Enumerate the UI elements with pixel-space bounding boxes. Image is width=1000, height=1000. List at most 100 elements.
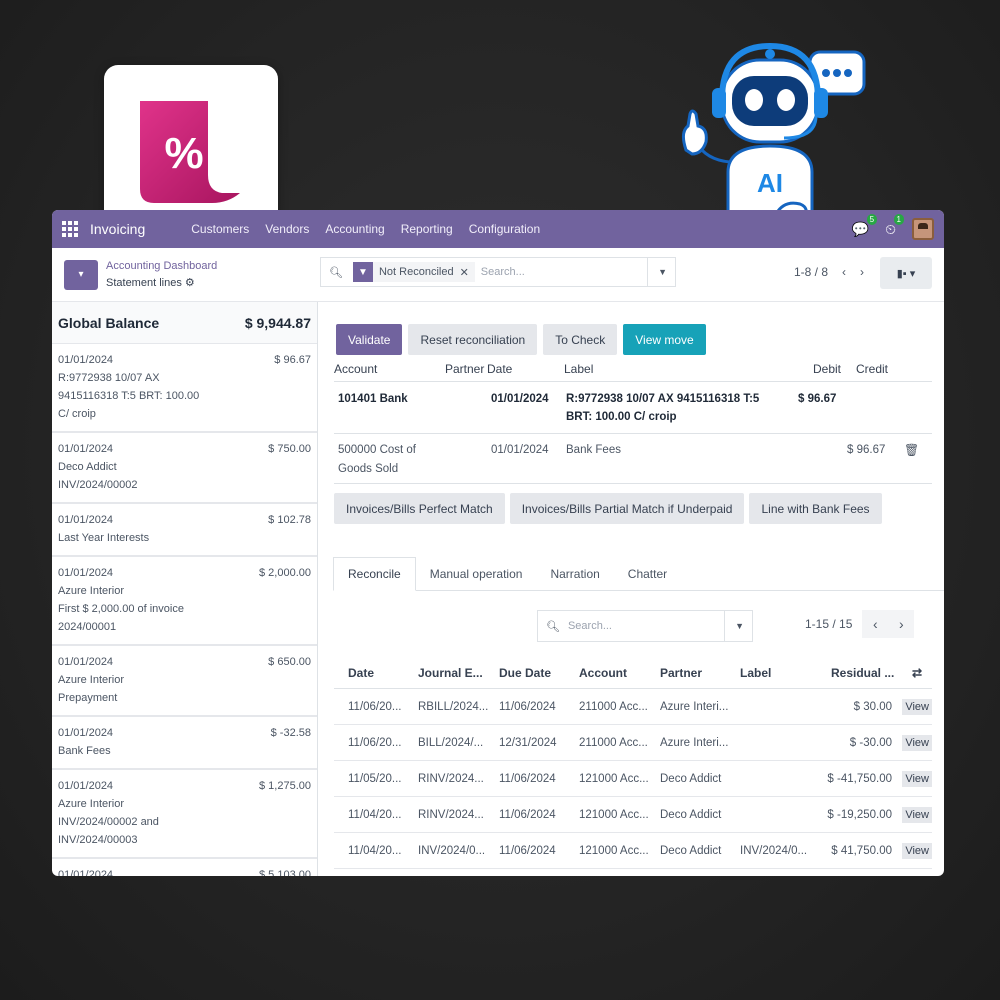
table-row[interactable]: 11/04/20... INV/2024/0... 11/06/2024 121000… (334, 833, 932, 869)
statement-line-text: Last Year Interests (58, 532, 150, 544)
reset-reconciliation-button[interactable]: Reset reconciliation (408, 324, 538, 355)
user-avatar[interactable] (912, 218, 934, 240)
tab-chatter[interactable]: Chatter (614, 557, 681, 590)
line-partner: Azure Interi... (660, 700, 729, 713)
nav-vendors[interactable]: Vendors (265, 222, 309, 236)
ai-badge: AI (757, 168, 783, 198)
line-account: 211000 Acc... (579, 700, 648, 713)
line-date: 11/04/20... (348, 844, 402, 857)
breadcrumb-parent[interactable]: Accounting Dashboard (106, 258, 217, 275)
logo-symbol: % (164, 129, 203, 178)
kanban-view-switcher[interactable]: ▮▪ ▾ (880, 257, 932, 289)
validate-button[interactable]: Validate (336, 324, 403, 355)
view-move-button[interactable]: View move (623, 324, 706, 355)
statement-line-text: Bank Fees (58, 745, 111, 757)
entry-account-line1: 500000 Cost of (338, 444, 417, 456)
table-row[interactable]: 11/06/20... BILL/2024/... 12/31/2024 211000… (334, 725, 932, 761)
global-balance-label: Global Balance (58, 314, 160, 331)
statement-line[interactable]: 01/01/2024 Azure Interior INV/2024/00002 a… (52, 770, 317, 859)
entries-table-header: Account Partner Date Label Debit Credit (334, 362, 932, 382)
statement-line-text: C/ croip (58, 408, 96, 420)
lines-pager-prev-icon[interactable]: ‹ (862, 610, 889, 638)
gear-icon[interactable]: ⚙ (185, 277, 195, 289)
view-line-button[interactable]: View (902, 806, 932, 823)
col-due-date[interactable]: Due Date (499, 666, 551, 680)
statement-line-details: 01/01/2024 Last Year Interests (58, 511, 149, 547)
col-date[interactable]: Date (348, 666, 374, 680)
statement-line[interactable]: 01/01/2024 $ 5,103.00 (52, 859, 317, 876)
statement-line[interactable]: 01/01/2024 Last Year Interests $ 102.78 (52, 504, 317, 557)
statement-line-text: INV/2024/00003 (58, 834, 138, 846)
view-line-button[interactable]: View (902, 842, 932, 859)
tab-manual-operation[interactable]: Manual operation (416, 557, 537, 590)
statement-line-amount: $ 5,103.00 (259, 869, 311, 876)
entry-row[interactable]: 101401 Bank 01/01/2024 R:9772938 10/07 A… (334, 382, 932, 434)
line-date: 11/04/20... (348, 808, 402, 821)
app-name[interactable]: Invoicing (90, 221, 145, 237)
col-debit: Debit (813, 362, 842, 376)
breadcrumb-menu-button[interactable]: ▾ (64, 259, 98, 290)
column-settings-icon[interactable]: ⇄ (912, 666, 922, 680)
search-input[interactable]: Search... (481, 266, 647, 278)
trash-icon[interactable]: 🗑︎ (904, 441, 919, 459)
line-journal-entry: RINV/2024... (418, 808, 484, 821)
lines-pager-value[interactable]: 1-15 / 15 (805, 617, 852, 631)
line-journal-entry: RINV/2024... (418, 772, 484, 785)
view-line-button[interactable]: View (902, 770, 932, 787)
statement-line-amount: $ 1,275.00 (259, 780, 311, 792)
nav-accounting[interactable]: Accounting (325, 222, 384, 236)
lines-search-options-toggle[interactable]: ▼ (724, 611, 744, 641)
tab-reconcile[interactable]: Reconcile (333, 557, 416, 591)
search-bar[interactable]: 🔍︎ ▼ Not Reconciled ✕ Search... ▼ (320, 257, 676, 287)
line-residual: $ -41,750.00 (827, 772, 892, 785)
reco-model-partial-match[interactable]: Invoices/Bills Partial Match if Underpai… (509, 493, 745, 524)
table-row[interactable]: 11/05/20... RINV/2024... 11/06/2024 121000 … (334, 761, 932, 797)
statement-line-text: Azure Interior (58, 585, 125, 597)
app-window: Invoicing Customers Vendors Accounting R… (52, 210, 944, 876)
nav-configuration[interactable]: Configuration (469, 222, 540, 236)
statement-line-text: First $ 2,000.00 of invoice (58, 603, 184, 615)
statement-line[interactable]: 01/01/2024 R:9772938 10/07 AX 9415116318 T… (52, 344, 317, 433)
table-row[interactable]: 11/04/20... RINV/2024... 11/06/2024 121000 … (334, 797, 932, 833)
table-row[interactable]: 11/06/20... RBILL/2024... 11/06/2024 211000… (334, 689, 932, 725)
lines-search-bar[interactable]: 🔍︎ Search... ▼ (537, 610, 753, 642)
col-journal-entry[interactable]: Journal E... (418, 666, 483, 680)
statement-line[interactable]: 01/01/2024 Azure Interior Prepayment $ 650.… (52, 646, 317, 717)
remove-filter-icon[interactable]: ✕ (460, 266, 475, 279)
statement-line[interactable]: 01/01/2024 Azure Interior First $ 2,000.00… (52, 557, 317, 646)
col-label[interactable]: Label (740, 666, 771, 680)
entry-date: 01/01/2024 (491, 393, 549, 405)
search-icon: 🔍︎ (329, 266, 343, 279)
tab-narration[interactable]: Narration (536, 557, 613, 590)
view-line-button[interactable]: View (902, 698, 932, 715)
statement-line-details: 01/01/2024 Azure Interior Prepayment (58, 653, 124, 707)
statement-line[interactable]: 01/01/2024 Bank Fees $ -32.58 (52, 717, 317, 770)
statement-line-details: 01/01/2024 Bank Fees (58, 724, 113, 760)
view-line-button[interactable]: View (902, 734, 932, 751)
nav-customers[interactable]: Customers (191, 222, 249, 236)
entry-row[interactable]: 500000 Cost of Goods Sold 01/01/2024 Ban… (334, 434, 932, 484)
col-partner[interactable]: Partner (660, 666, 702, 680)
reco-model-perfect-match[interactable]: Invoices/Bills Perfect Match (334, 493, 505, 524)
to-check-button[interactable]: To Check (543, 324, 618, 355)
pager-next-icon[interactable]: › (860, 265, 864, 279)
apps-menu-icon[interactable] (62, 220, 80, 238)
statement-line-amount: $ 650.00 (268, 656, 311, 668)
messages-icon[interactable]: 💬 5 (852, 213, 878, 238)
col-residual[interactable]: Residual ... (831, 666, 894, 680)
line-partner: Deco Addict (660, 808, 722, 821)
lines-search-input[interactable]: Search... (568, 620, 612, 632)
line-due-date: 12/31/2024 (499, 736, 557, 749)
search-options-toggle[interactable]: ▼ (647, 258, 667, 286)
nav-reporting[interactable]: Reporting (401, 222, 453, 236)
activities-badge: 1 (893, 213, 904, 225)
col-account[interactable]: Account (579, 666, 627, 680)
activities-icon[interactable]: ⏲ 1 (885, 213, 904, 238)
statement-line[interactable]: 01/01/2024 Deco Addict INV/2024/00002 $ 750… (52, 433, 317, 504)
reco-model-bank-fees[interactable]: Line with Bank Fees (749, 493, 882, 524)
line-due-date: 11/06/2024 (499, 700, 556, 713)
pager-prev-icon[interactable]: ‹ (842, 265, 846, 279)
pager-value[interactable]: 1-8 / 8 (794, 265, 828, 279)
lines-pager-next-icon[interactable]: › (888, 610, 915, 638)
statement-lines-list: 01/01/2024 R:9772938 10/07 AX 9415116318 T… (52, 344, 317, 876)
